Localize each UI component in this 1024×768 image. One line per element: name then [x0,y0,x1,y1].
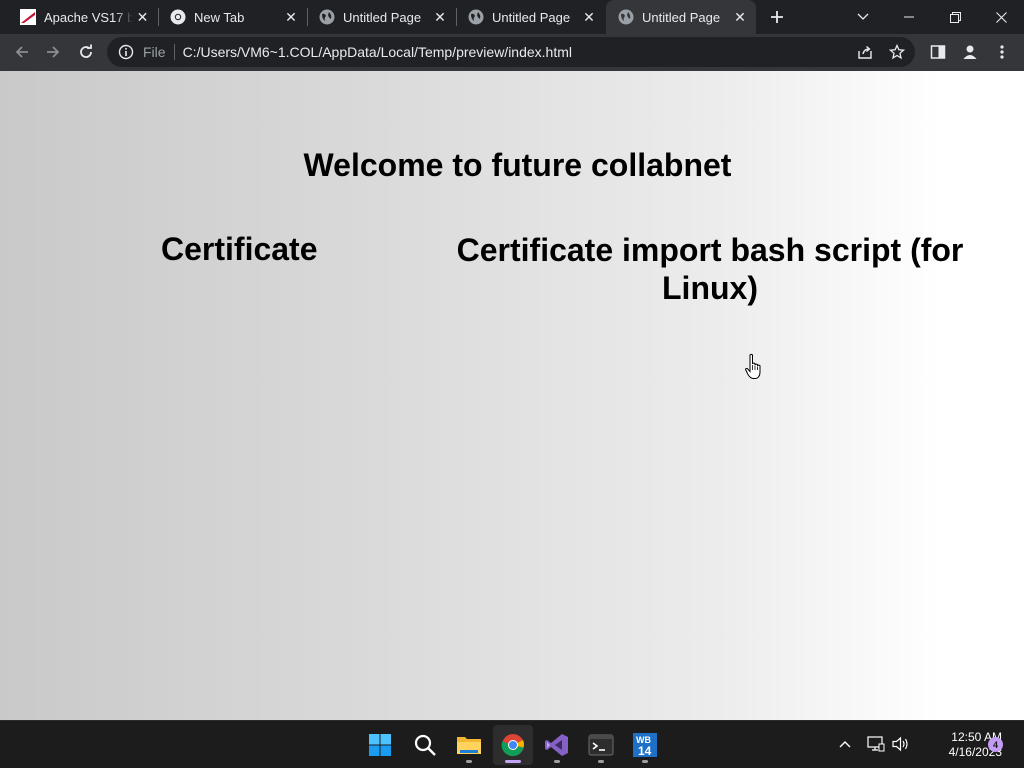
menu-button[interactable] [988,38,1016,66]
start-button[interactable] [360,725,400,765]
terminal-icon [588,734,614,756]
taskbar-file-explorer[interactable] [449,725,489,765]
running-indicator [554,760,560,763]
profile-icon [963,45,977,59]
tab-title: Untitled Page [642,9,721,25]
star-icon [889,44,905,60]
browser-toolbar: File C:/Users/VM6~1.COL/AppData/Local/Te… [0,34,1024,71]
reload-icon [80,44,92,58]
close-tab-icon[interactable]: ✕ [579,7,599,27]
taskbar-chrome[interactable] [493,725,533,765]
show-hidden-icons-button[interactable] [834,733,856,755]
url-text[interactable]: C:/Users/VM6~1.COL/AppData/Local/Temp/pr… [183,44,572,60]
plus-icon [771,11,783,23]
address-divider [173,44,175,60]
close-tab-icon[interactable]: ✕ [730,7,750,27]
chrome-icon [501,734,524,757]
restore-icon [949,11,961,23]
volume-icon [892,736,908,752]
volume-tray-button[interactable] [890,733,912,755]
more-vert-icon [1000,45,1004,59]
network-icon [867,736,885,752]
search-button[interactable] [405,725,445,765]
tab-untitled-page-1[interactable]: Untitled Page ✕ [307,0,456,34]
running-indicator [466,760,472,763]
search-icon [414,734,436,756]
arrow-right-icon [47,46,60,58]
side-panel-icon [930,45,946,59]
page-viewport: Welcome to future collabnet Certificate … [0,71,1024,720]
forward-button[interactable] [39,38,67,66]
minimize-button[interactable] [886,0,932,34]
close-tab-icon[interactable]: ✕ [430,7,450,27]
file-explorer-icon [457,737,481,754]
page-title: Welcome to future collabnet [303,147,732,183]
close-window-button[interactable] [978,0,1024,34]
globe-icon [468,9,484,25]
running-indicator [505,760,521,763]
scheme-label: File [143,44,166,60]
bookmark-button[interactable] [887,42,907,62]
tab-title: New Tab [194,9,245,25]
tab-untitled-page-active[interactable]: Untitled Page ✕ [606,0,756,34]
tab-strip: Apache VS17 bi ✕ New Tab ✕ Untitled Page… [0,0,1024,34]
profile-button[interactable] [956,38,984,66]
globe-icon [618,9,634,25]
minimize-icon [904,16,914,18]
tab-new-tab[interactable]: New Tab ✕ [158,0,307,34]
notification-badge[interactable]: 4 [988,737,1003,752]
taskbar-visual-studio[interactable] [537,725,577,765]
running-indicator [642,760,648,763]
share-button[interactable] [855,42,875,62]
taskbar-terminal[interactable] [581,725,621,765]
restore-button[interactable] [932,0,978,34]
back-button[interactable] [8,38,36,66]
chevron-down-icon [857,13,869,20]
start-icon [369,734,391,756]
tab-title: Untitled Page [492,9,571,25]
certificate-script-link[interactable]: Certificate import bash script (for Linu… [452,231,968,307]
tab-apache[interactable]: Apache VS17 bi ✕ [8,0,158,34]
apache-feather-icon [20,9,36,25]
hand-cursor-icon [745,353,761,379]
side-panel-button[interactable] [924,38,952,66]
certificate-link[interactable]: Certificate [161,231,318,268]
tab-search-button[interactable] [840,0,886,34]
new-tab-button[interactable] [765,5,789,29]
network-tray-button[interactable] [865,733,887,755]
address-bar[interactable]: File C:/Users/VM6~1.COL/AppData/Local/Te… [107,37,915,67]
tab-title: Untitled Page [343,9,422,25]
arrow-left-icon [15,46,28,58]
share-icon [858,45,872,59]
taskbar-webmatrix[interactable]: WB 14 [625,725,665,765]
close-tab-icon[interactable]: ✕ [133,7,152,27]
webmatrix-icon: WB 14 [633,733,657,758]
chevron-up-icon [839,741,851,748]
running-indicator [598,760,604,763]
tab-untitled-page-2[interactable]: Untitled Page ✕ [456,0,605,34]
reload-button[interactable] [72,38,100,66]
taskbar: WB 14 12:50 AM 4/16/2023 4 [0,720,1024,768]
close-tab-icon[interactable]: ✕ [281,7,301,27]
globe-icon [319,9,335,25]
visual-studio-icon [545,734,568,756]
chrome-icon [170,9,186,25]
tab-title: Apache VS17 bi [44,9,133,25]
close-icon [995,11,1007,23]
info-icon[interactable] [118,44,134,60]
svg-text:14: 14 [638,744,652,758]
